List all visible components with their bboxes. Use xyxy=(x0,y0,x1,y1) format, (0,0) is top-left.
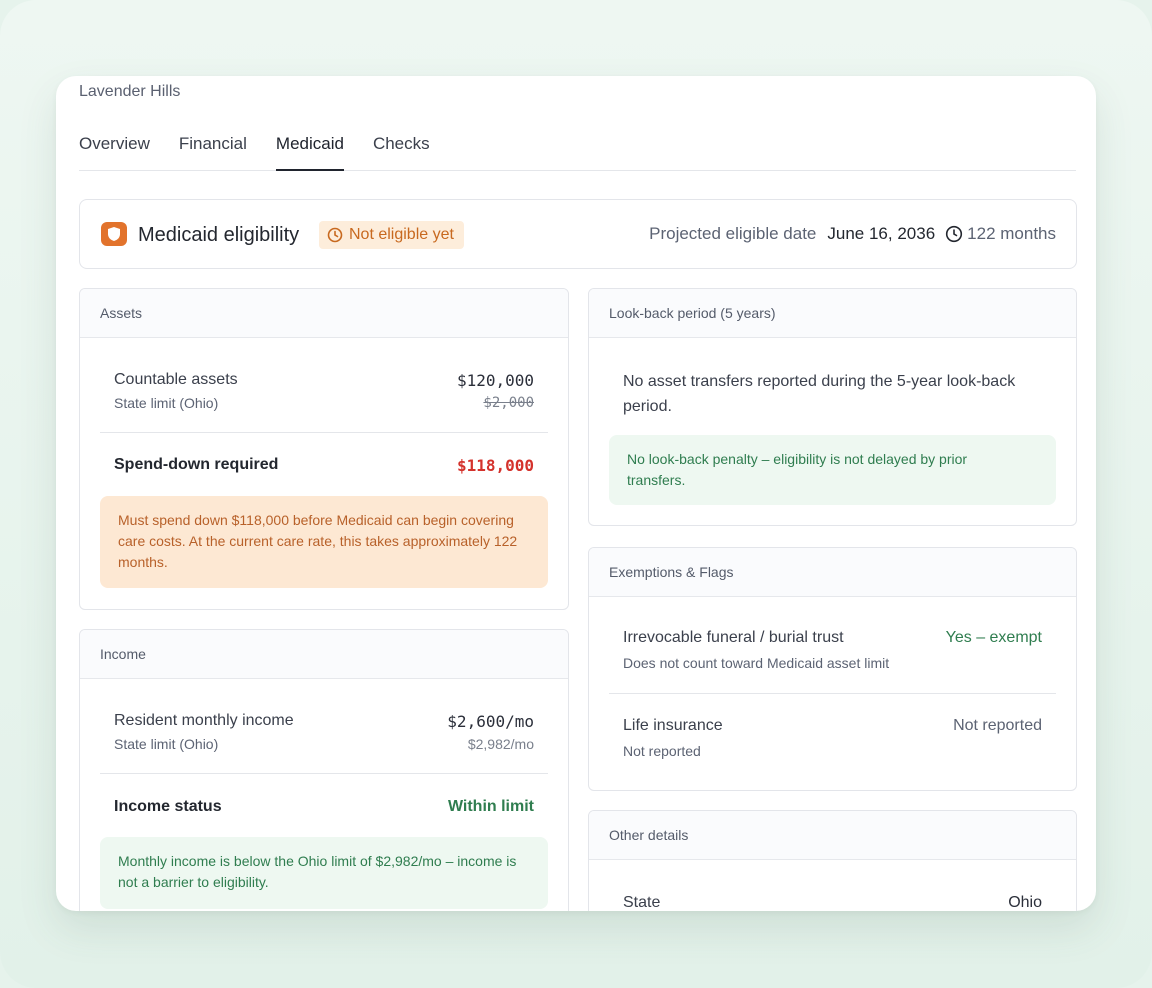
exemption-sub: Does not count toward Medicaid asset lim… xyxy=(623,655,890,671)
tab-checks[interactable]: Checks xyxy=(373,128,430,171)
exemption-sub: Not reported xyxy=(623,743,701,759)
income-note: Monthly income is below the Ohio limit o… xyxy=(100,837,548,909)
projected-date: June 16, 2036 xyxy=(827,224,936,243)
income-panel: Income Resident monthly income $2,600/mo… xyxy=(79,629,569,911)
state-value: Ohio xyxy=(1008,894,1042,911)
lookback-header: Look-back period (5 years) xyxy=(589,289,1076,338)
projected-eligibility: Projected eligible date June 16, 2036 12… xyxy=(649,224,1056,244)
eligibility-summary: Medicaid eligibility Not eligible yet Pr… xyxy=(79,199,1077,269)
other-details-panel: Other details State Ohio xyxy=(588,810,1077,911)
spend-down-label: Spend-down required xyxy=(114,456,279,473)
assets-panel: Assets Countable assets $120,000 State l… xyxy=(79,288,569,610)
assets-limit-label: State limit (Ohio) xyxy=(114,395,219,411)
tab-medicaid[interactable]: Medicaid xyxy=(275,128,344,171)
assets-limit-value: $2,000 xyxy=(483,395,534,411)
exemptions-panel: Exemptions & Flags Irrevocable funeral /… xyxy=(588,547,1077,791)
income-limit-label: State limit (Ohio) xyxy=(114,736,219,752)
tab-overview[interactable]: Overview xyxy=(79,128,150,171)
exemptions-header: Exemptions & Flags xyxy=(589,548,1076,597)
countable-assets-value: $120,000 xyxy=(456,371,534,390)
lookback-note: No look-back penalty – eligibility is no… xyxy=(609,435,1056,505)
divider xyxy=(100,432,548,433)
assets-header: Assets xyxy=(80,289,568,338)
income-limit-value: $2,982/mo xyxy=(467,736,534,752)
exemption-value: Yes – exempt xyxy=(945,629,1042,646)
projected-label: Projected eligible date xyxy=(649,224,817,243)
spend-down-note: Must spend down $118,000 before Medicaid… xyxy=(100,496,548,588)
state-label: State xyxy=(623,894,661,911)
main-card: Lavender Hills Overview Financial Medica… xyxy=(56,76,1096,911)
income-header: Income xyxy=(80,630,568,679)
tab-bar: Overview Financial Medicaid Checks xyxy=(79,128,1076,171)
other-details-header: Other details xyxy=(589,811,1076,860)
income-status-label: Income status xyxy=(114,798,222,815)
spend-down-value: $118,000 xyxy=(456,456,534,475)
months-remaining: 122 months xyxy=(967,224,1056,243)
divider xyxy=(609,693,1056,694)
income-status-value: Within limit xyxy=(447,798,534,815)
status-badge: Not eligible yet xyxy=(319,221,464,249)
lookback-text: No asset transfers reported during the 5… xyxy=(623,373,1016,415)
divider xyxy=(100,773,548,774)
tab-financial[interactable]: Financial xyxy=(179,128,247,171)
clock-icon xyxy=(946,225,963,243)
countable-assets-label: Countable assets xyxy=(114,371,238,388)
shield-icon xyxy=(101,222,127,246)
exemption-value: Not reported xyxy=(953,717,1042,734)
exemption-label: Irrevocable funeral / burial trust xyxy=(623,629,844,646)
community-name: Lavender Hills xyxy=(79,83,181,100)
lookback-panel: Look-back period (5 years) No asset tran… xyxy=(588,288,1077,526)
status-badge-label: Not eligible yet xyxy=(349,226,454,243)
clock-icon xyxy=(327,227,343,243)
monthly-income-value: $2,600/mo xyxy=(447,712,534,731)
monthly-income-label: Resident monthly income xyxy=(114,712,294,729)
eligibility-title: Medicaid eligibility xyxy=(138,224,300,246)
exemption-label: Life insurance xyxy=(623,717,723,734)
